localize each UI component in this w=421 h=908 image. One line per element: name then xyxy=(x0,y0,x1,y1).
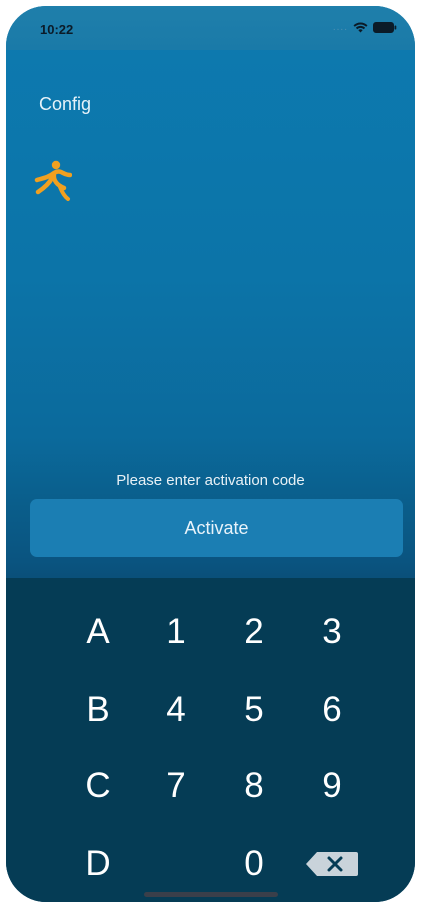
status-bar: 10:22 .... xyxy=(6,6,415,50)
key-3[interactable]: 3 xyxy=(297,604,367,660)
key-6[interactable]: 6 xyxy=(297,682,367,738)
key-c[interactable]: C xyxy=(63,758,133,814)
phone-screen: 10:22 .... Config Please enter activatio… xyxy=(6,6,415,902)
status-icons: .... xyxy=(333,22,397,33)
key-a[interactable]: A xyxy=(63,604,133,660)
key-4[interactable]: 4 xyxy=(141,682,211,738)
key-8[interactable]: 8 xyxy=(219,758,289,814)
battery-icon xyxy=(373,22,397,33)
signal-icon: .... xyxy=(332,22,348,33)
running-person-logo-icon xyxy=(32,158,73,202)
keypad: A 1 2 3 B 4 5 6 C 7 8 9 D 0 xyxy=(6,578,415,902)
key-d[interactable]: D xyxy=(63,836,133,892)
key-5[interactable]: 5 xyxy=(219,682,289,738)
activate-button[interactable]: Activate xyxy=(30,499,403,557)
activation-prompt: Please enter activation code xyxy=(116,472,305,489)
key-2[interactable]: 2 xyxy=(219,604,289,660)
key-7[interactable]: 7 xyxy=(141,758,211,814)
key-b[interactable]: B xyxy=(63,682,133,738)
key-9[interactable]: 9 xyxy=(297,758,367,814)
wifi-icon xyxy=(353,22,368,33)
key-1[interactable]: 1 xyxy=(141,604,211,660)
status-time: 10:22 xyxy=(40,22,74,37)
home-indicator xyxy=(144,892,278,897)
config-link[interactable]: Config xyxy=(39,94,91,115)
key-0[interactable]: 0 xyxy=(219,836,289,892)
backspace-icon[interactable] xyxy=(297,836,367,892)
